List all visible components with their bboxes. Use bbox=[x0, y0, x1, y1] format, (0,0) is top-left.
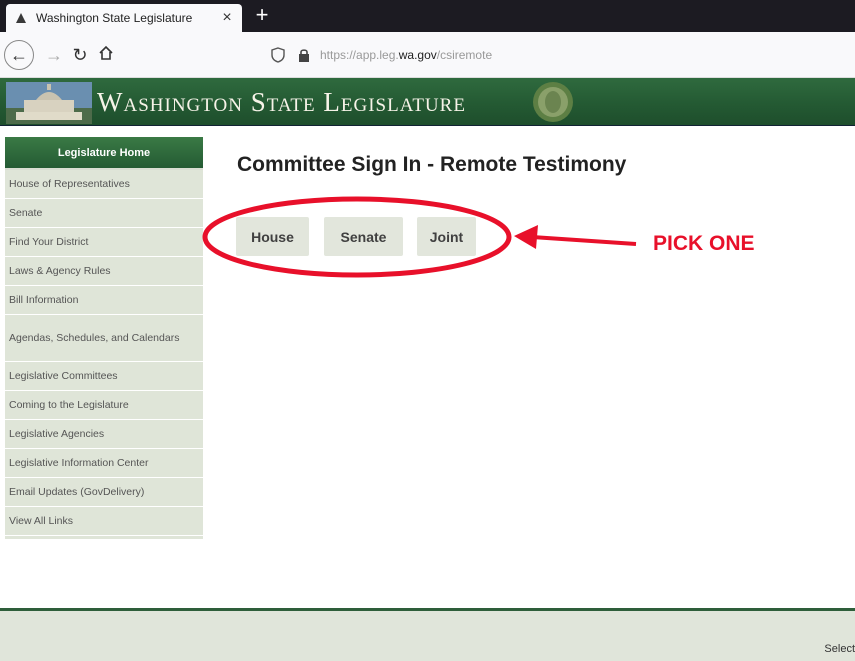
capitol-dome-image bbox=[6, 82, 92, 124]
state-seal-image bbox=[533, 82, 573, 122]
address-bar[interactable]: https://app.leg.wa.gov/csiremote bbox=[268, 40, 855, 70]
sidebar-item-legislative-agencies[interactable]: Legislative Agencies bbox=[5, 420, 203, 449]
sidebar-item-coming-to-the-legislature[interactable]: Coming to the Legislature bbox=[5, 391, 203, 420]
pick-one-annotation: PICK ONE bbox=[653, 232, 755, 255]
home-button[interactable] bbox=[92, 41, 120, 69]
sidebar-item-view-all-links[interactable]: View All Links bbox=[5, 507, 203, 536]
annotation-arrow-head bbox=[514, 225, 538, 249]
new-tab-button[interactable]: + bbox=[250, 2, 274, 28]
forward-arrow-icon: → bbox=[45, 44, 63, 65]
tab-title: Washington State Legislature bbox=[36, 11, 193, 25]
sidebar-item-email-updates[interactable]: Email Updates (GovDelivery) bbox=[5, 478, 203, 507]
reload-icon: ↻ bbox=[72, 44, 88, 65]
page-footer bbox=[0, 611, 855, 661]
page-title: Committee Sign In - Remote Testimony bbox=[237, 153, 627, 176]
sidebar-item-legislative-information-center[interactable]: Legislative Information Center bbox=[5, 449, 203, 478]
url-text: https://app.leg.wa.gov/csiremote bbox=[320, 48, 492, 62]
screenshot-root: Washington State Legislature × + ← → ↻ h… bbox=[0, 0, 855, 661]
url-path: /csiremote bbox=[436, 48, 493, 62]
site-title: Washington State Legislature bbox=[97, 87, 466, 117]
sidebar-header-legislature-home[interactable]: Legislature Home bbox=[5, 137, 203, 170]
footer-select-text[interactable]: Select bbox=[824, 643, 855, 655]
senate-button[interactable]: Senate bbox=[324, 217, 403, 256]
sidebar-item-house-of-representatives[interactable]: House of Representatives bbox=[5, 170, 203, 199]
back-button[interactable]: ← bbox=[4, 40, 34, 70]
sidebar-item-agendas-schedules-calendars[interactable]: Agendas, Schedules, and Calendars bbox=[5, 315, 203, 362]
joint-button[interactable]: Joint bbox=[417, 217, 476, 256]
browser-tab-bar: Washington State Legislature × + bbox=[0, 0, 855, 32]
annotation-arrow-line bbox=[531, 235, 637, 246]
sidebar-item-find-your-district[interactable]: Find Your District bbox=[5, 228, 203, 257]
browser-tab[interactable]: Washington State Legislature × bbox=[6, 4, 242, 32]
sidebar-item-legislative-committees[interactable]: Legislative Committees bbox=[5, 362, 203, 391]
sidebar-item-laws-agency-rules[interactable]: Laws & Agency Rules bbox=[5, 257, 203, 286]
site-banner[interactable]: Washington State Legislature bbox=[0, 78, 855, 126]
url-domain: wa.gov bbox=[398, 48, 437, 62]
home-icon bbox=[98, 45, 114, 66]
browser-toolbar: ← → ↻ https://app.leg.wa.gov/csiremote bbox=[0, 32, 855, 78]
close-tab-icon[interactable]: × bbox=[216, 9, 238, 27]
capitol-favicon-icon bbox=[14, 11, 28, 25]
url-prefix: https://app.leg. bbox=[320, 48, 399, 62]
sidebar-nav: Legislature Home House of Representative… bbox=[5, 137, 203, 539]
reload-button[interactable]: ↻ bbox=[66, 41, 94, 69]
sidebar-item-bill-information[interactable]: Bill Information bbox=[5, 286, 203, 315]
back-arrow-icon: ← bbox=[10, 44, 28, 65]
lock-icon[interactable] bbox=[296, 48, 312, 62]
sidebar-item-senate[interactable]: Senate bbox=[5, 199, 203, 228]
forward-button[interactable]: → bbox=[40, 41, 68, 69]
shield-icon[interactable] bbox=[268, 47, 288, 63]
house-button[interactable]: House bbox=[236, 217, 309, 256]
